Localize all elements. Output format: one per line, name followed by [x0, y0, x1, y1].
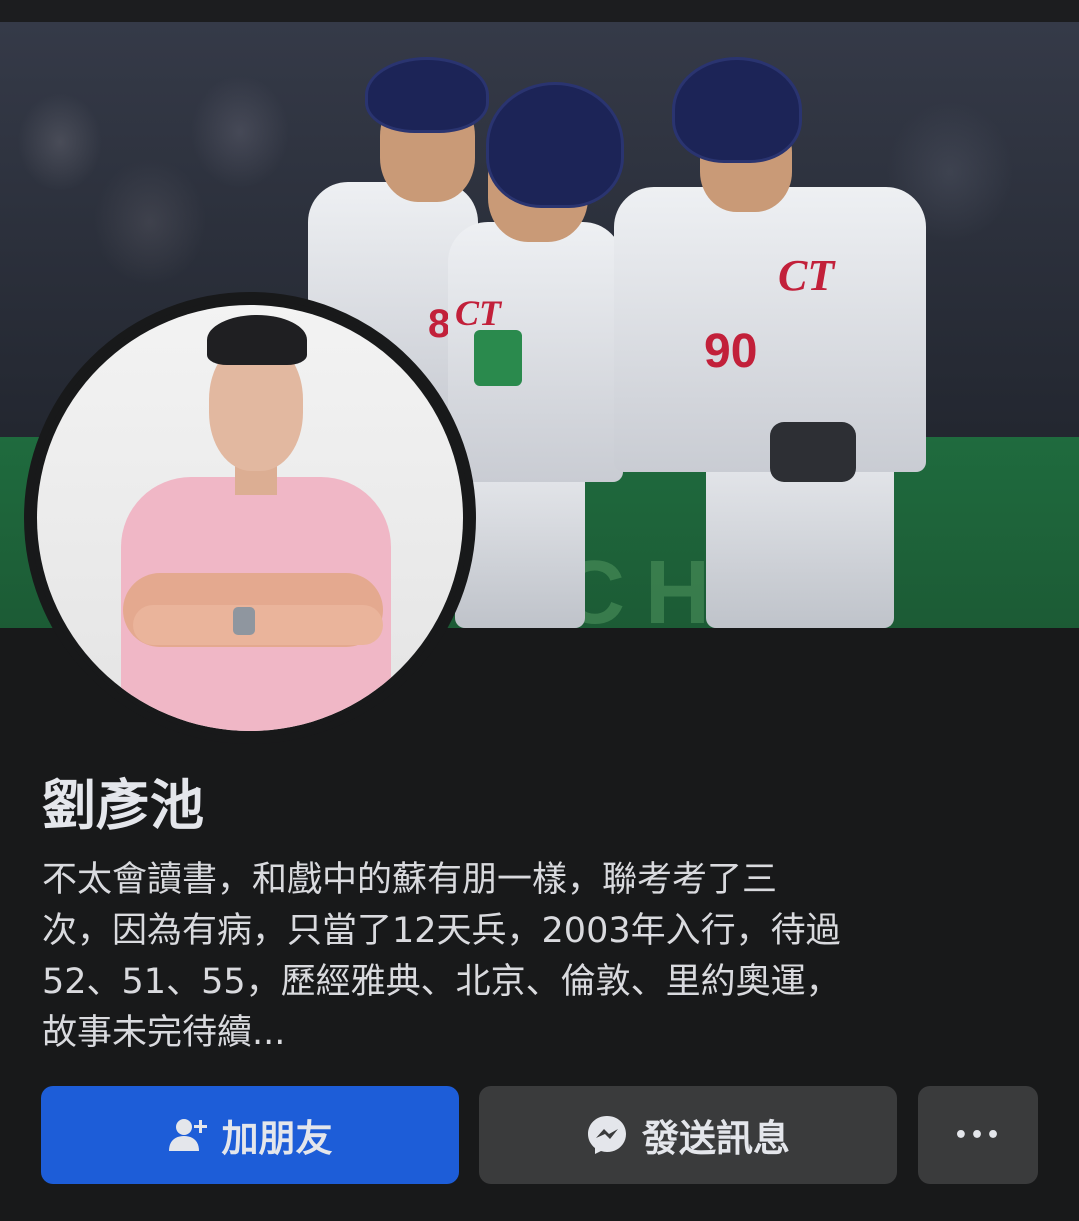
- send-message-button[interactable]: 發送訊息: [479, 1086, 897, 1184]
- jersey-number-right: 90: [704, 325, 758, 378]
- profile-name: 劉彥池: [42, 774, 204, 837]
- jersey-logo-right: CT: [778, 251, 835, 300]
- send-message-label: 發送訊息: [642, 1117, 790, 1160]
- messenger-icon: [586, 1114, 628, 1156]
- more-dots-icon: •••: [953, 1122, 1003, 1148]
- add-friend-button[interactable]: 加朋友: [41, 1086, 459, 1184]
- add-friend-label: 加朋友: [221, 1117, 333, 1160]
- batting-glove: [770, 422, 856, 482]
- bio-line: 故事未完待續...: [42, 1013, 286, 1053]
- jersey-logo-middle: CT: [455, 293, 502, 333]
- jersey-number-left: 8: [428, 302, 451, 346]
- profile-avatar[interactable]: [24, 292, 476, 744]
- wristwatch: [233, 607, 255, 635]
- bio-line: 52、51、55，歷經雅典、北京、倫敦、里約奧運，: [42, 962, 841, 1002]
- more-options-button[interactable]: •••: [918, 1086, 1038, 1184]
- sponsor-patch: [474, 330, 522, 386]
- bio-line: 不太會讀書，和戲中的蘇有朋一樣，聯考考了三: [42, 860, 778, 900]
- bio-line: 次，因為有病，只當了12天兵，2003年入行，待過: [42, 911, 841, 951]
- profile-bio: 不太會讀書，和戲中的蘇有朋一樣，聯考考了三 次，因為有病，只當了12天兵，200…: [42, 855, 1042, 1059]
- add-person-icon: [168, 1117, 208, 1153]
- avatar-photo: [37, 305, 463, 731]
- status-bar-strip: [0, 0, 1079, 22]
